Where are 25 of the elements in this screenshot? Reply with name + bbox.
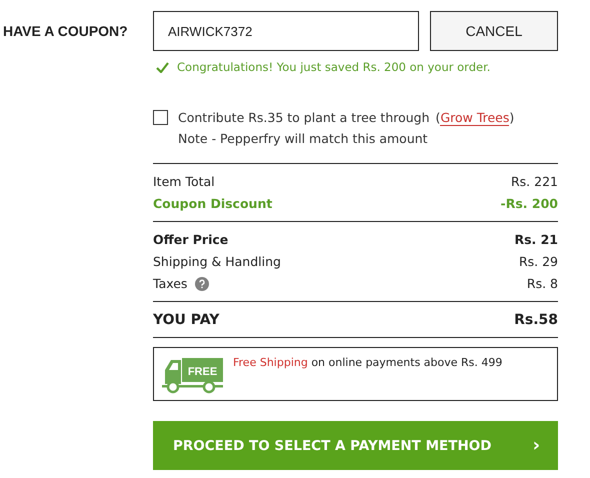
summary-label: Offer Price [153, 231, 228, 249]
help-icon[interactable] [195, 277, 210, 291]
summary-value: Rs. 21 [514, 231, 558, 249]
summary-value: Rs.58 [514, 311, 558, 330]
summary-value: -Rs. 200 [500, 195, 558, 213]
summary-label: YOU PAY [153, 311, 220, 330]
grow-trees-link[interactable]: Grow Trees [440, 110, 510, 126]
paren: ( [436, 110, 440, 125]
donation-text: Contribute Rs.35 to plant a tree through [178, 109, 430, 127]
donation-note: Note - Pepperfry will match this amount [178, 130, 429, 148]
free-shipping-text: Free Shipping on online payments above Rs. 499 [233, 356, 502, 369]
summary-value: Rs. 221 [510, 173, 558, 191]
coupon-field[interactable]: AIRWICK7372 [153, 11, 419, 51]
summary-value: Rs. 29 [518, 253, 558, 271]
check-icon [156, 62, 169, 72]
cancel-button[interactable]: CANCEL [430, 11, 558, 51]
coupon-label: HAVE A COUPON? [2, 23, 129, 41]
summary-label: Coupon Discount [153, 195, 272, 213]
paren: ) [509, 110, 514, 125]
summary-label: Taxes [153, 275, 188, 293]
summary-value: Rs. 8 [526, 275, 558, 293]
success-message: Congratulations! You just saved Rs. 200 on your order. [177, 60, 490, 74]
summary-label: Item Total [153, 173, 215, 191]
summary-label: Shipping & Handling [153, 253, 281, 271]
checkbox[interactable] [153, 110, 168, 125]
